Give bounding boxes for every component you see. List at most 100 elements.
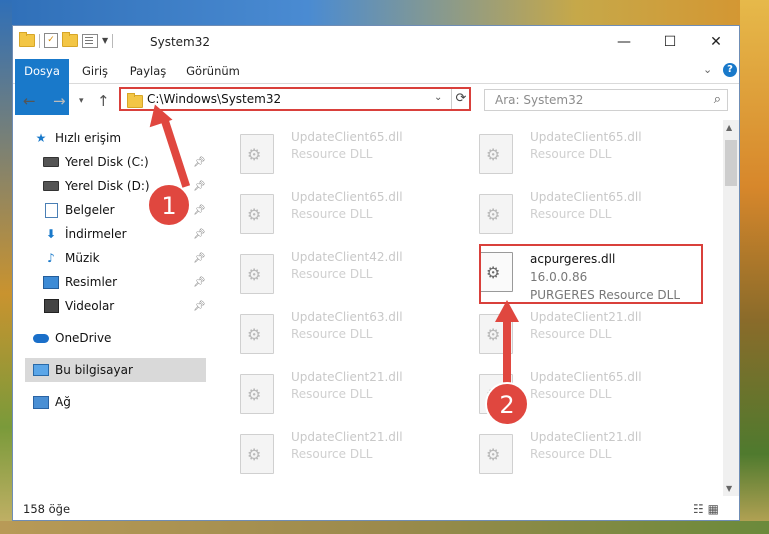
file-item[interactable]: UpdateClient65.dll Resource DLL — [469, 180, 699, 236]
file-item[interactable]: UpdateClient65.dll Resource DLL — [230, 180, 460, 236]
navigation-bar: ← → ▾ ↑ C:\Windows\System32 ⌄ ⟳ Ara: Sys… — [13, 84, 739, 118]
sidebar-item-label: Bu bilgisayar — [55, 363, 133, 377]
file-description: Resource DLL — [530, 327, 612, 341]
sidebar-item-this-pc[interactable]: Bu bilgisayar — [25, 358, 206, 382]
up-arrow-icon[interactable]: ↑ — [97, 92, 110, 110]
recent-locations-icon[interactable]: ▾ — [79, 96, 84, 106]
pin-icon[interactable]: 📌︎ — [193, 181, 206, 192]
title-bar: ✓ ▼ System32 — ☐ ✕ — [13, 26, 739, 59]
sidebar-item-onedrive[interactable]: OneDrive — [33, 326, 206, 350]
computer-icon — [33, 363, 49, 377]
sidebar-item-label: Ağ — [55, 395, 71, 409]
window-title: System32 — [150, 35, 211, 49]
sidebar-item-label: Müzik — [65, 251, 100, 265]
forward-arrow-icon[interactable]: → — [53, 92, 66, 110]
network-icon — [33, 395, 49, 409]
folder-icon — [127, 93, 143, 108]
minimize-button[interactable]: — — [601, 26, 647, 59]
file-item[interactable]: UpdateClient21.dll Resource DLL — [230, 420, 460, 476]
refresh-icon[interactable]: ⟳ — [451, 89, 470, 109]
file-name: UpdateClient65.dll — [291, 190, 403, 204]
dll-file-icon — [240, 254, 274, 294]
file-name: UpdateClient21.dll — [291, 430, 403, 444]
dll-file-icon — [240, 314, 274, 354]
ribbon-tabs: Dosya Giriş Paylaş Görünüm ⌄ ? — [13, 59, 739, 115]
tab-view[interactable]: Görünüm — [185, 59, 241, 83]
file-item[interactable]: UpdateClient42.dll Resource DLL — [230, 240, 460, 296]
scroll-thumb[interactable] — [725, 140, 737, 186]
pin-icon[interactable]: 📌︎ — [193, 157, 206, 168]
search-placeholder: Ara: System32 — [495, 93, 584, 107]
sidebar-item-music[interactable]: ♪ Müzik 📌︎ — [43, 246, 206, 270]
file-item[interactable]: UpdateClient63.dll Resource DLL — [230, 300, 460, 356]
pin-icon[interactable]: 📌︎ — [193, 205, 206, 216]
desktop-wallpaper-top — [0, 0, 769, 25]
close-button[interactable]: ✕ — [693, 26, 739, 59]
help-icon[interactable]: ? — [723, 63, 737, 77]
step-1-badge: 1 — [147, 183, 191, 227]
star-icon: ★ — [35, 131, 47, 145]
sidebar-item-downloads[interactable]: ⬇ İndirmeler 📌︎ — [43, 222, 206, 246]
item-count: 158 öğe — [23, 502, 71, 516]
sidebar-item-label: Hızlı erişim — [55, 131, 122, 145]
file-item[interactable]: UpdateClient65.dll Resource DLL — [469, 120, 699, 176]
scroll-down-icon[interactable]: ▼ — [726, 484, 732, 493]
customize-icon[interactable] — [82, 33, 98, 48]
sidebar-item-label: Videolar — [65, 299, 115, 313]
dll-file-icon — [479, 194, 513, 234]
back-arrow-icon[interactable]: ← — [23, 92, 36, 110]
file-description: Resource DLL — [530, 207, 612, 221]
file-item[interactable]: UpdateClient21.dll Resource DLL — [469, 420, 699, 476]
new-folder-icon[interactable] — [62, 32, 78, 47]
tab-share[interactable]: Paylaş — [125, 59, 171, 83]
address-bar[interactable]: C:\Windows\System32 ⌄ ⟳ — [119, 87, 471, 111]
drive-icon — [43, 155, 59, 169]
file-name: UpdateClient65.dll — [291, 130, 403, 144]
dll-file-icon — [479, 134, 513, 174]
sidebar-item-label: Belgeler — [65, 203, 115, 217]
pictures-icon — [43, 275, 59, 289]
pin-icon[interactable]: 📌︎ — [193, 253, 206, 264]
dll-file-icon — [479, 434, 513, 474]
toolbar-separator — [112, 33, 114, 48]
desktop-wallpaper-right — [740, 0, 769, 534]
details-view-icon[interactable]: ☷ ▦ — [693, 502, 719, 516]
vertical-scrollbar[interactable]: ▲ ▼ — [723, 120, 739, 496]
dll-file-icon — [240, 134, 274, 174]
sidebar-item-label: Yerel Disk (D:) — [65, 179, 150, 193]
sidebar-item-videos[interactable]: Videolar 📌︎ — [43, 294, 206, 318]
sidebar-item-network[interactable]: Ağ — [33, 390, 206, 414]
file-description: Resource DLL — [530, 447, 612, 461]
qat-dropdown-icon[interactable]: ▼ — [102, 36, 108, 45]
search-icon: ⌕ — [713, 92, 721, 107]
dll-file-icon — [240, 194, 274, 234]
file-description: Resource DLL — [291, 327, 373, 341]
file-name: UpdateClient65.dll — [530, 190, 642, 204]
navigation-pane: ★ Hızlı erişim Yerel Disk (C:) 📌︎ Yerel … — [13, 120, 206, 496]
file-description: Resource DLL — [291, 207, 373, 221]
file-description: Resource DLL — [530, 387, 612, 401]
scroll-up-icon[interactable]: ▲ — [726, 123, 732, 132]
drive-icon — [43, 179, 59, 193]
expand-ribbon-icon[interactable]: ⌄ — [703, 63, 712, 76]
status-bar: 158 öğe ☷ ▦ — [13, 498, 739, 520]
file-name: UpdateClient65.dll — [530, 370, 642, 384]
search-input[interactable]: Ara: System32 ⌕ — [484, 89, 728, 111]
file-name: UpdateClient63.dll — [291, 310, 403, 324]
address-dropdown-icon[interactable]: ⌄ — [434, 92, 442, 103]
sidebar-item-label: İndirmeler — [65, 227, 127, 241]
file-item[interactable]: UpdateClient65.dll Resource DLL — [230, 120, 460, 176]
music-icon: ♪ — [47, 251, 55, 265]
pin-icon[interactable]: 📌︎ — [193, 277, 206, 288]
sidebar-item-quick-access[interactable]: ★ Hızlı erişim — [33, 126, 206, 150]
pin-icon[interactable]: 📌︎ — [193, 301, 206, 312]
file-description: Resource DLL — [291, 387, 373, 401]
file-description: Resource DLL — [291, 447, 373, 461]
pin-icon[interactable]: 📌︎ — [193, 229, 206, 240]
document-icon — [43, 202, 59, 218]
maximize-button[interactable]: ☐ — [647, 26, 693, 59]
file-item[interactable]: UpdateClient21.dll Resource DLL — [230, 360, 460, 416]
tab-home[interactable]: Giriş — [75, 59, 115, 83]
properties-check-icon[interactable]: ✓ — [44, 33, 58, 48]
sidebar-item-pictures[interactable]: Resimler 📌︎ — [43, 270, 206, 294]
